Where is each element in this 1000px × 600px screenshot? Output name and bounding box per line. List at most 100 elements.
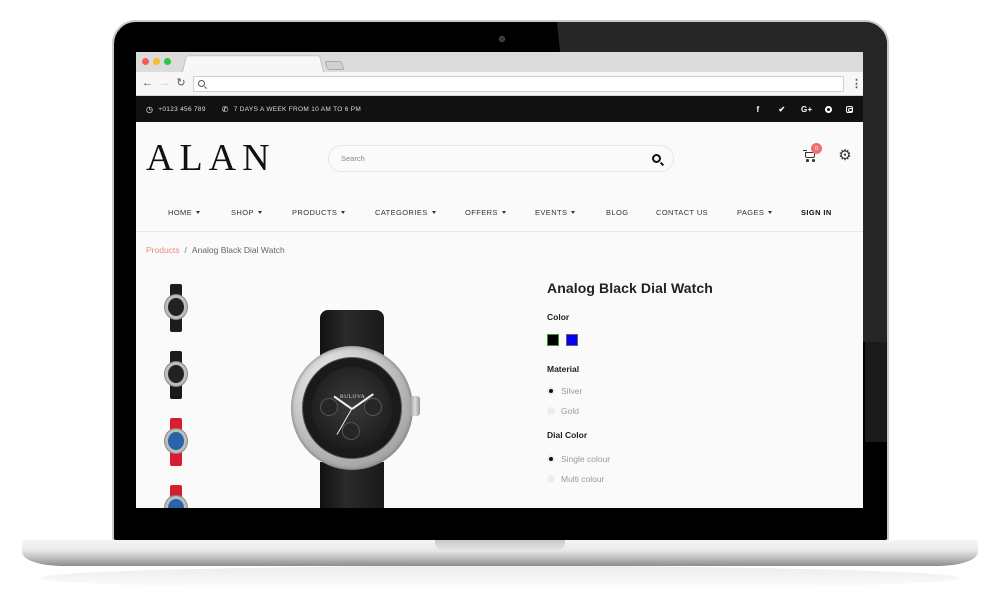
- breadcrumb: Products / Analog Black Dial Watch: [146, 245, 285, 255]
- caret-down-icon: [196, 211, 201, 214]
- nav-item-pages[interactable]: PAGES: [737, 208, 801, 217]
- caret-down-icon: [501, 211, 506, 214]
- breadcrumb-separator: /: [184, 245, 187, 255]
- reload-icon[interactable]: ↻: [176, 78, 186, 89]
- site-logo[interactable]: ALAN: [146, 136, 276, 180]
- nav-label: SIGN IN: [801, 208, 832, 217]
- phone-icon: ✆: [221, 104, 229, 114]
- browser-tabbar: [136, 52, 863, 73]
- nav-label: SHOP: [231, 208, 254, 217]
- breadcrumb-current: Analog Black Dial Watch: [191, 245, 285, 255]
- caret-down-icon: [257, 211, 262, 214]
- instagram-icon[interactable]: [846, 105, 853, 113]
- nav-item-events[interactable]: EVENTS: [535, 208, 606, 217]
- search-icon: [198, 80, 205, 87]
- nav-label: CONTACT US: [656, 208, 709, 217]
- nav-item-contact-us[interactable]: CONTACT US: [656, 208, 737, 217]
- product-thumbnail[interactable]: [158, 418, 194, 470]
- search-box: [328, 145, 674, 172]
- google-plus-icon[interactable]: G+: [801, 105, 812, 114]
- maximize-window-button[interactable]: [164, 58, 171, 65]
- browser-tab-active[interactable]: [181, 55, 325, 73]
- watch-subdial: [364, 398, 382, 416]
- product-main-image[interactable]: BULOVA: [286, 310, 426, 508]
- nav-label: HOME: [168, 208, 193, 217]
- product-thumbnails: [158, 284, 194, 508]
- nav-label: OFFERS: [465, 208, 498, 217]
- nav-item-blog[interactable]: BLOG: [606, 208, 656, 217]
- option-label: Silver: [561, 386, 583, 396]
- breadcrumb-link-products[interactable]: Products: [146, 245, 180, 255]
- color-swatches: [547, 334, 713, 346]
- option-label: Multi colour: [561, 474, 605, 484]
- twitter-icon[interactable]: ✔: [777, 105, 787, 114]
- site-header: ALAN 0 ⚙: [136, 122, 863, 194]
- dial-color-option-single[interactable]: Single colour: [547, 454, 713, 464]
- nav-label: BLOG: [606, 208, 629, 217]
- option-label: Single colour: [561, 454, 611, 464]
- browser-menu-icon[interactable]: ⋮: [851, 77, 862, 90]
- radio-unchecked[interactable]: [547, 407, 555, 415]
- pinterest-icon[interactable]: [825, 105, 832, 113]
- watch-brand-text: BULOVA: [340, 394, 366, 400]
- watch-subdial: [342, 422, 360, 440]
- watch-thumbnail-image: [164, 418, 188, 466]
- caret-down-icon: [341, 211, 346, 214]
- window-controls: [142, 58, 171, 65]
- caret-down-icon: [571, 211, 576, 214]
- watch-crown: [410, 396, 420, 416]
- settings-gear-icon[interactable]: ⚙: [837, 148, 853, 164]
- main-navigation: HOME SHOP PRODUCTS CATEGORIES OFFERS EVE…: [136, 194, 863, 232]
- cart-count-badge: 0: [811, 143, 822, 154]
- watch-thumbnail-image: [164, 284, 188, 332]
- radio-checked[interactable]: [547, 455, 555, 463]
- watch-thumbnail-image: [164, 351, 188, 399]
- search-icon[interactable]: [652, 154, 661, 163]
- material-option-gold[interactable]: Gold: [547, 406, 713, 416]
- material-label: Material: [547, 364, 580, 374]
- clock-icon: ◷: [146, 104, 154, 114]
- product-thumbnail[interactable]: [158, 485, 194, 508]
- laptop-opening-notch: [435, 540, 565, 550]
- nav-label: PRODUCTS: [292, 208, 338, 217]
- nav-item-home[interactable]: HOME: [168, 208, 231, 217]
- back-arrow-icon[interactable]: ←: [142, 78, 153, 89]
- facebook-icon[interactable]: f: [753, 105, 763, 114]
- color-swatch-blue[interactable]: [566, 334, 578, 346]
- product-title: Analog Black Dial Watch: [547, 280, 713, 296]
- caret-down-icon: [431, 211, 436, 214]
- minimize-window-button[interactable]: [153, 58, 160, 65]
- opening-hours: 7 DAYS A WEEK FROM 10 AM TO 6 PM: [233, 105, 362, 113]
- dial-color-option-multi[interactable]: Multi colour: [547, 474, 713, 484]
- forward-arrow-icon[interactable]: →: [159, 78, 170, 89]
- new-tab-button[interactable]: [324, 61, 345, 70]
- option-label: Gold: [561, 406, 579, 416]
- browser-window: ← → ↻ ⋮ ◷ +0123 456 789 ✆ 7 DAYS A WEEK …: [136, 52, 863, 508]
- radio-checked[interactable]: [547, 387, 555, 395]
- nav-label: PAGES: [737, 208, 765, 217]
- product-thumbnail[interactable]: [158, 284, 194, 336]
- nav-item-shop[interactable]: SHOP: [231, 208, 292, 217]
- watch-thumbnail-image: [164, 485, 188, 508]
- nav-item-categories[interactable]: CATEGORIES: [375, 208, 465, 217]
- radio-unchecked[interactable]: [547, 475, 555, 483]
- color-swatch-black[interactable]: [547, 334, 559, 346]
- color-label: Color: [547, 312, 570, 322]
- address-bar[interactable]: [193, 75, 844, 92]
- laptop-mockup: ← → ↻ ⋮ ◷ +0123 456 789 ✆ 7 DAYS A WEEK …: [0, 0, 1000, 600]
- social-links: f ✔ G+: [753, 105, 853, 114]
- webcam: [499, 36, 505, 42]
- close-window-button[interactable]: [142, 58, 149, 65]
- phone-number: +0123 456 789: [158, 105, 206, 113]
- product-thumbnail[interactable]: [158, 351, 194, 403]
- nav-label: EVENTS: [535, 208, 568, 217]
- nav-label: CATEGORIES: [375, 208, 428, 217]
- lid-reflection-edge: [865, 342, 887, 442]
- search-input[interactable]: [341, 154, 652, 163]
- nav-item-sign-in[interactable]: SIGN IN: [801, 208, 832, 217]
- watch-subdial: [320, 398, 338, 416]
- material-option-silver[interactable]: Silver: [547, 386, 713, 396]
- nav-item-offers[interactable]: OFFERS: [465, 208, 535, 217]
- nav-item-products[interactable]: PRODUCTS: [292, 208, 375, 217]
- product-details: Analog Black Dial Watch Color Material S…: [547, 280, 713, 484]
